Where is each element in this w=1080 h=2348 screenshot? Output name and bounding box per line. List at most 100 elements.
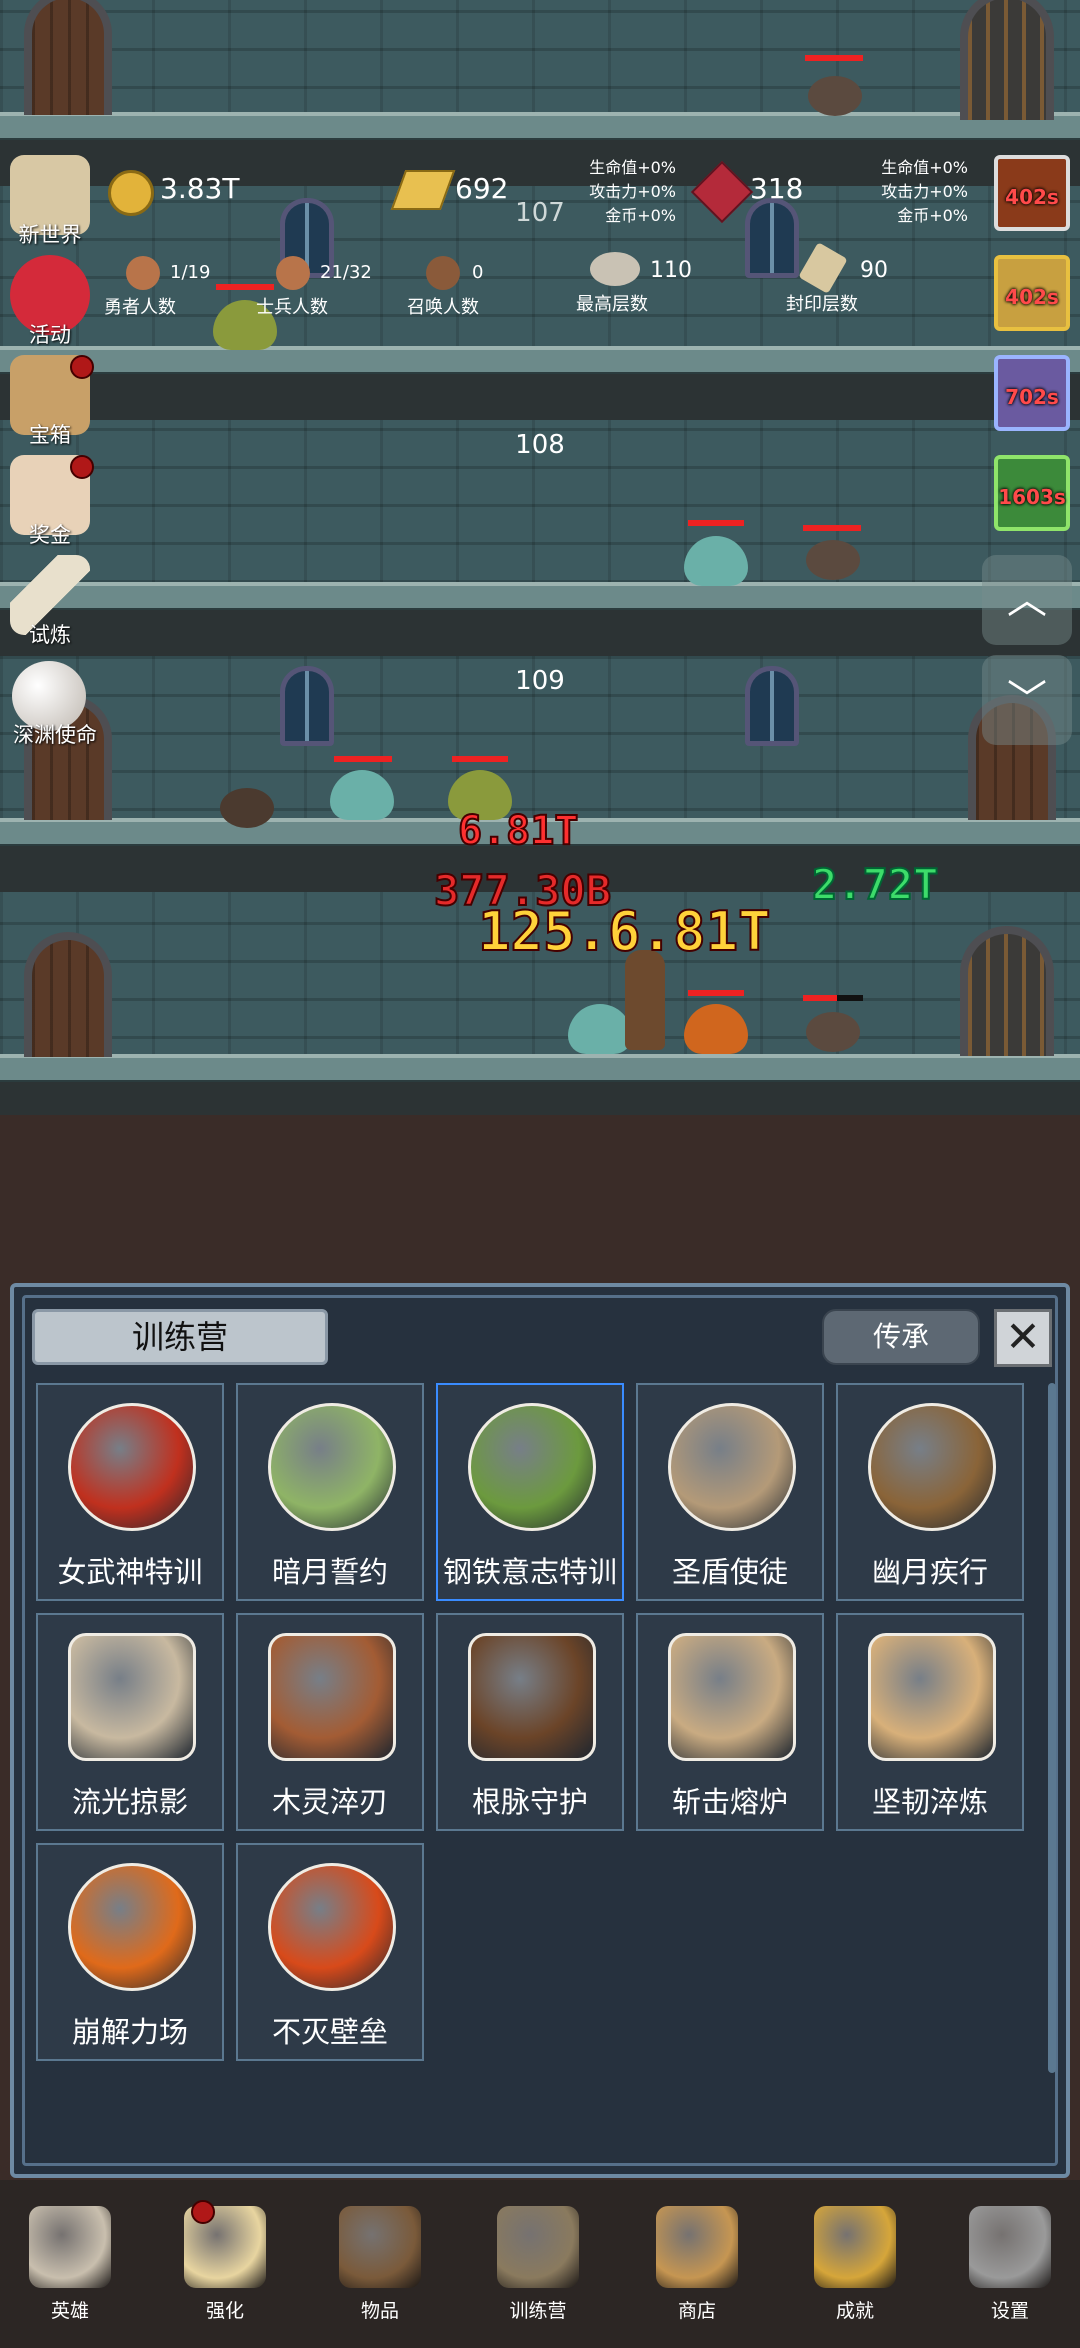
training-item-label: 根脉守护	[471, 1785, 588, 1819]
skull-icon	[29, 2206, 111, 2288]
hero-count-label: 勇者人数	[104, 297, 176, 318]
heal-number: 2.72T	[811, 859, 939, 910]
scrollbar[interactable]	[1048, 1383, 1056, 2073]
training-item[interactable]: 根脉守护	[436, 1613, 624, 1831]
lantern-icon	[497, 2206, 579, 2288]
highest-floor-value: 110	[650, 258, 692, 283]
training-item[interactable]: 钢铁意志特训	[436, 1383, 624, 1601]
sun-orb-icon	[268, 1863, 396, 1991]
crate-icon	[668, 1633, 796, 1761]
soldier-count-label: 士兵人数	[256, 297, 328, 318]
summon-count-icon	[426, 256, 460, 290]
spider-enemy	[806, 540, 860, 580]
spider-enemy	[806, 1012, 860, 1052]
enemy-hp-bar	[452, 756, 508, 762]
floor-number: 108	[515, 430, 565, 460]
notification-dot	[70, 455, 94, 479]
training-item[interactable]: 崩解力场	[36, 1843, 224, 2061]
close-icon: ✕	[1005, 1312, 1041, 1361]
new-world-button[interactable]: 新世界	[0, 155, 100, 255]
nav-item-label: 训练营	[509, 2300, 567, 2322]
log-icon	[268, 1633, 396, 1761]
training-item[interactable]: 木灵淬刃	[236, 1613, 424, 1831]
gold-bar-amount: 692	[455, 172, 509, 205]
orange-slime-enemy	[684, 1004, 748, 1054]
enemy-hp-bar	[805, 55, 863, 61]
banded-shield-icon	[868, 1633, 996, 1761]
training-item[interactable]: 不灭壁垒	[236, 1843, 424, 2061]
sealed-floor-value: 90	[860, 258, 888, 283]
nav-item[interactable]: 物品	[320, 2190, 440, 2340]
scroll-down-button[interactable]: ﹀	[982, 655, 1072, 745]
spider-enemy	[808, 76, 862, 116]
soldier-count-value: 21/32	[320, 262, 372, 283]
training-item[interactable]: 幽月疾行	[836, 1383, 1024, 1601]
abyss-mission-button[interactable]: 深渊使命	[0, 655, 110, 755]
enemy-hp-bar	[216, 284, 274, 290]
close-button[interactable]: ✕	[994, 1309, 1052, 1367]
scroll-up-button[interactable]: ︿	[982, 555, 1072, 645]
nav-item[interactable]: 英雄	[10, 2190, 130, 2340]
training-item[interactable]: 流光掠影	[36, 1613, 224, 1831]
nav-item-label: 强化	[205, 2300, 244, 2322]
buff-timer-2[interactable]: 402s	[984, 255, 1080, 345]
gold-coin-icon	[108, 170, 154, 216]
gate	[960, 0, 1054, 120]
teal-slime-enemy	[568, 1004, 632, 1054]
training-item-label: 崩解力场	[71, 2015, 188, 2049]
hero-character	[625, 950, 665, 1050]
event-button[interactable]: 活动	[0, 255, 100, 355]
nav-item[interactable]: 成就	[795, 2190, 915, 2340]
buff-timer-1[interactable]: 402s	[984, 155, 1080, 245]
highest-floor-icon	[590, 252, 640, 286]
acorn-icon	[868, 1403, 996, 1531]
training-item-label: 钢铁意志特训	[442, 1555, 617, 1589]
sealed-floor-label: 封印层数	[786, 294, 858, 315]
notification-dot	[70, 355, 94, 379]
bonus-button[interactable]: 奖金	[0, 455, 100, 555]
chest-button[interactable]: 宝箱	[0, 355, 100, 455]
chevron-down-icon: ﹀	[1007, 677, 1047, 723]
training-item-label: 流光掠影	[71, 1785, 188, 1819]
gate	[960, 926, 1054, 1056]
training-item[interactable]: 圣盾使徒	[636, 1383, 824, 1601]
highest-floor-label: 最高层数	[576, 294, 648, 315]
fish-bone-icon	[68, 1633, 196, 1761]
floor-band	[0, 374, 1080, 420]
nav-item[interactable]: 商店	[637, 2190, 757, 2340]
door	[24, 932, 112, 1057]
summon-count-label: 召唤人数	[407, 297, 479, 318]
hero-count-icon	[126, 256, 160, 290]
training-item[interactable]: 坚韧淬炼	[836, 1613, 1024, 1831]
gold-amount: 3.83T	[160, 172, 240, 205]
nav-item-label: 物品	[360, 2300, 399, 2322]
training-camp-panel: 训练营 传承 ✕ 女武神特训 暗月誓约 钢铁意志特训 圣盾使徒 幽月疾行 流光掠影 木灵淬刃…	[10, 1283, 1070, 2178]
damage-number: 6.81T	[457, 807, 579, 855]
trial-button[interactable]: 试炼	[0, 555, 100, 655]
crit-damage-number: 125.6.81T	[477, 899, 772, 964]
bottom-nav: 英雄 强化 物品 训练营 商店 成就 设置	[0, 2180, 1080, 2348]
cabbage-icon	[268, 1403, 396, 1531]
nav-item[interactable]: 设置	[950, 2190, 1070, 2340]
floor-ledge	[0, 582, 1080, 612]
training-item[interactable]: 女武神特训	[36, 1383, 224, 1601]
enemy-hp-bar	[688, 520, 744, 526]
nav-item-label: 英雄	[50, 2300, 89, 2322]
window	[745, 198, 799, 278]
buff-timer-4[interactable]: 1603s	[984, 455, 1080, 545]
floor-ledge	[0, 346, 1080, 376]
nav-item[interactable]: 训练营	[478, 2190, 598, 2340]
buff-timer-3[interactable]: 702s	[984, 355, 1080, 445]
window	[745, 666, 799, 746]
training-item-label: 斩击熔炉	[671, 1785, 788, 1819]
bowl-icon	[668, 1403, 796, 1531]
training-item-label: 幽月疾行	[871, 1555, 988, 1589]
training-item[interactable]: 暗月誓约	[236, 1383, 424, 1601]
apple-icon	[68, 1403, 196, 1531]
door	[24, 0, 112, 115]
legacy-button[interactable]: 传承	[822, 1309, 980, 1365]
training-item[interactable]: 斩击熔炉	[636, 1613, 824, 1831]
nav-item[interactable]: 强化	[165, 2190, 285, 2340]
summon-count-value: 0	[472, 262, 484, 283]
chevron-up-icon: ︿	[1007, 577, 1047, 623]
